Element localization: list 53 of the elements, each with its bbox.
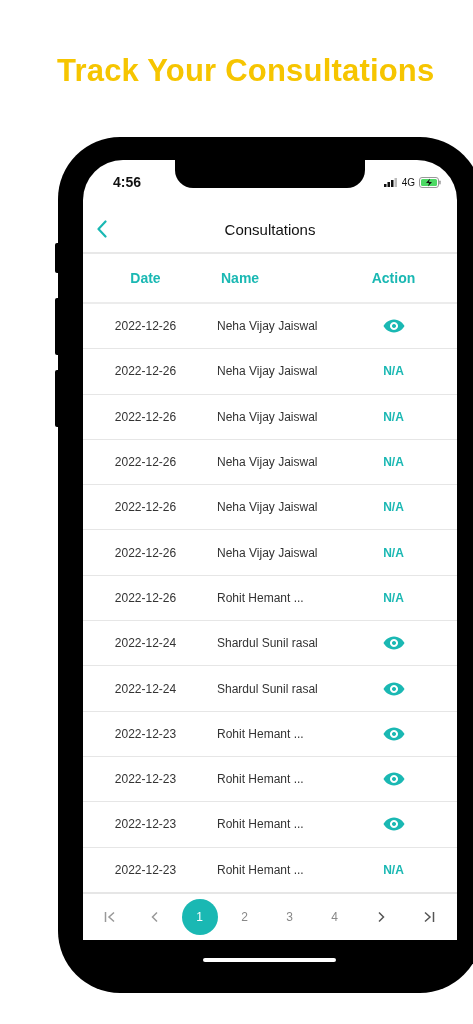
action-label: N/A bbox=[383, 862, 404, 877]
eye-icon[interactable] bbox=[382, 319, 405, 334]
name-cell-text: Neha Vijay Jaiswal bbox=[216, 319, 319, 334]
column-header: Action bbox=[370, 270, 417, 286]
date-cell-text: 2022-12-26 bbox=[113, 500, 178, 515]
name-cell-text: Rohit Hemant ... bbox=[216, 590, 305, 605]
status-time: 4:56 bbox=[113, 174, 142, 190]
page-button[interactable]: 2 bbox=[226, 898, 263, 935]
eye-icon[interactable] bbox=[382, 681, 405, 696]
action-label: N/A bbox=[383, 364, 404, 379]
eye-icon[interactable] bbox=[382, 636, 405, 651]
page-button[interactable]: 1 bbox=[181, 898, 218, 935]
name-cell-text: Shardul Sunil rasal bbox=[216, 636, 319, 651]
eye-icon[interactable] bbox=[382, 726, 405, 741]
action-label: N/A bbox=[383, 545, 404, 560]
name-cell-text: Rohit Hemant ... bbox=[216, 726, 305, 741]
name-cell-text: Rohit Hemant ... bbox=[216, 772, 305, 787]
name-cell-text: Neha Vijay Jaiswal bbox=[216, 455, 319, 470]
date-cell-text: 2022-12-26 bbox=[113, 545, 178, 560]
name-cell-text: Neha Vijay Jaiswal bbox=[216, 545, 319, 560]
network-label: 4G bbox=[401, 176, 415, 188]
name-cell-text: Neha Vijay Jaiswal bbox=[216, 364, 319, 379]
column-header: Date bbox=[129, 270, 162, 286]
date-cell-text: 2022-12-26 bbox=[113, 409, 178, 424]
date-cell-text: 2022-12-26 bbox=[113, 455, 178, 470]
date-cell-text: 2022-12-24 bbox=[113, 681, 178, 696]
name-cell-text: Neha Vijay Jaiswal bbox=[216, 409, 319, 424]
signal-icon bbox=[383, 177, 398, 187]
action-label: N/A bbox=[383, 409, 404, 424]
column-header: Name bbox=[220, 270, 261, 286]
screen-title: Consultations bbox=[224, 220, 316, 238]
action-label: N/A bbox=[383, 455, 404, 470]
date-cell-text: 2022-12-26 bbox=[113, 319, 178, 334]
name-cell-text: Rohit Hemant ... bbox=[216, 817, 305, 832]
date-cell-text: 2022-12-23 bbox=[113, 772, 178, 787]
page-button[interactable]: 3 bbox=[271, 898, 308, 935]
page-button[interactable]: 4 bbox=[316, 898, 353, 935]
first-page-icon[interactable] bbox=[103, 910, 116, 923]
date-cell-text: 2022-12-24 bbox=[113, 636, 178, 651]
date-cell-text: 2022-12-26 bbox=[113, 364, 178, 379]
eye-icon[interactable] bbox=[382, 817, 405, 832]
name-cell-text: Rohit Hemant ... bbox=[216, 862, 305, 877]
name-cell-text: Neha Vijay Jaiswal bbox=[216, 500, 319, 515]
action-label: N/A bbox=[383, 590, 404, 605]
date-cell-text: 2022-12-26 bbox=[113, 590, 178, 605]
date-cell-text: 2022-12-23 bbox=[113, 862, 178, 877]
eye-icon[interactable] bbox=[382, 772, 405, 787]
date-cell-text: 2022-12-23 bbox=[113, 817, 178, 832]
date-cell-text: 2022-12-23 bbox=[113, 726, 178, 741]
headline: Track Your Consultations bbox=[57, 52, 436, 90]
action-label: N/A bbox=[383, 500, 404, 515]
name-cell-text: Shardul Sunil rasal bbox=[216, 681, 319, 696]
last-page-icon[interactable] bbox=[423, 910, 435, 923]
